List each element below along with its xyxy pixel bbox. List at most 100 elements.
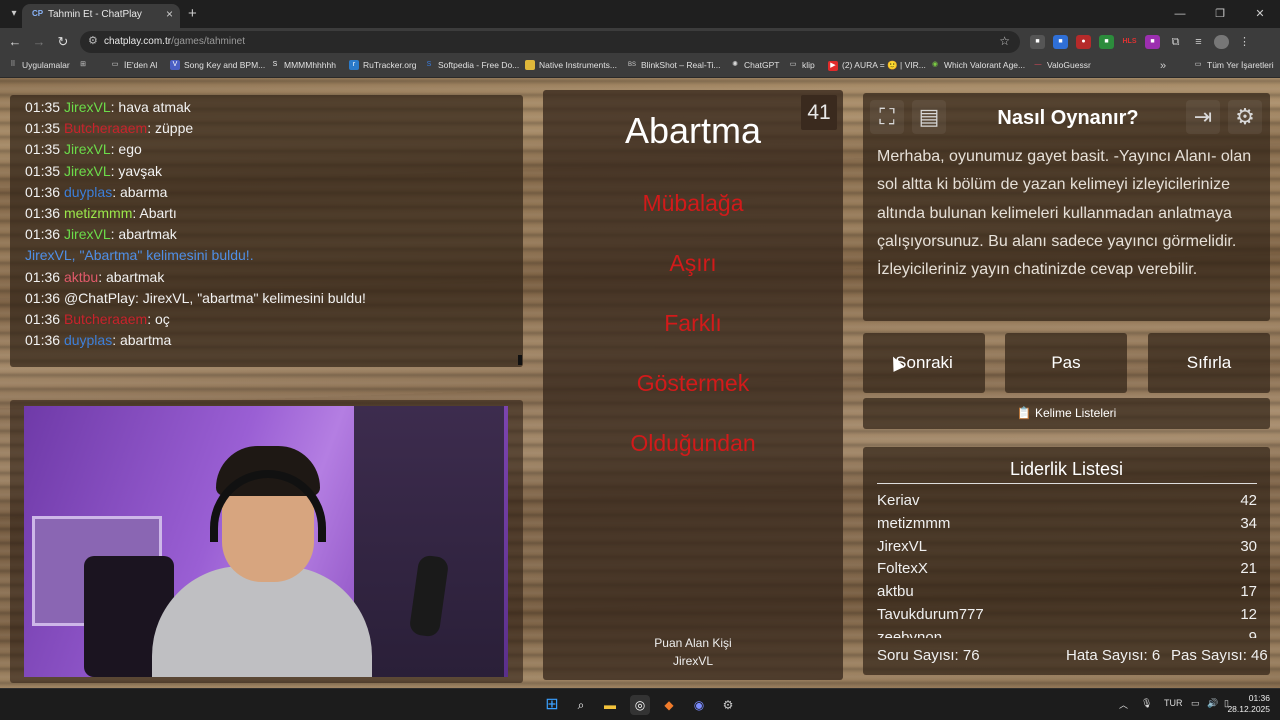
chat-username[interactable]: JirexVL, "Abartma" kelimesini buldu!. — [25, 247, 254, 263]
streamer-area — [10, 400, 523, 683]
chat-username[interactable]: aktbu — [64, 269, 98, 285]
bookmark-ie-import[interactable]: ▭ İE'den Al — [110, 60, 158, 70]
restore-icon[interactable]: ❐ — [1200, 0, 1240, 28]
leaderboard-list: Keriav 42 metizmmm 34 JirexVL 30 FoltexX 21 aktb… — [877, 490, 1257, 638]
windows-taskbar: ⊞ ⌕ ▬ ◎ ◆ ◉ ⚙ ︿ 🎙 TUR ▭ 🔊 ▯ 01:36 28.12.… — [0, 688, 1280, 720]
bookmark-apps[interactable]: ⠿ Uygulamalar — [8, 60, 69, 70]
reset-button[interactable]: Sıfırla — [1148, 333, 1270, 393]
bookmark-label: RuTracker.org — [363, 60, 417, 70]
apps-grid-icon: ⠿ — [10, 61, 16, 68]
bookmark-mmmm[interactable]: S MMMMhhhhh — [270, 60, 336, 70]
browser-toolbar: ← → ↻ ⚙ chatplay.com.tr/games/tahminet ☆… — [0, 28, 1280, 56]
leaderboard-row: aktbu 17 — [877, 581, 1257, 604]
chat-timestamp: 01:36 — [25, 289, 61, 306]
windows-start-icon[interactable]: ⊞ — [542, 695, 562, 715]
bookmark-star-icon[interactable]: ☆ — [999, 34, 1010, 48]
media-control-icon[interactable]: ≡ — [1191, 35, 1206, 49]
bookmark-grid[interactable]: ⊞ — [78, 60, 88, 70]
address-bar[interactable]: ⚙ chatplay.com.tr/games/tahminet ☆ — [80, 31, 1020, 53]
logout-icon[interactable]: ⇥ — [1186, 100, 1220, 134]
notes-icon[interactable]: ▤ — [912, 100, 946, 134]
back-arrow-icon[interactable]: ← — [6, 33, 24, 51]
scorer-name: JirexVL — [672, 654, 713, 668]
pass-button[interactable]: Pas — [1005, 333, 1127, 393]
bookmark-label: İE'den Al — [124, 60, 158, 70]
url-host: chatplay.com.tr — [104, 36, 172, 47]
network-icon[interactable]: ▭ — [1191, 698, 1200, 709]
new-tab-plus-icon[interactable]: + — [188, 5, 197, 22]
window-close-icon[interactable]: ✕ — [1240, 0, 1280, 28]
leaderboard-row: zeebynon 9 — [877, 627, 1257, 638]
chat-username[interactable]: @ChatPlay — [64, 290, 135, 306]
reload-icon[interactable]: ↻ — [54, 33, 72, 51]
bookmark-chatgpt[interactable]: ✺ ChatGPT — [730, 60, 779, 70]
chat-message: 01:35 JirexVL: ego — [25, 139, 523, 160]
chat-message: 01:36 aktbu: abartmak — [25, 267, 523, 288]
chat-message: JirexVL, "Abartma" kelimesini buldu!. — [25, 245, 523, 266]
extension-1-icon[interactable]: ■ — [1030, 35, 1045, 49]
microphone-icon[interactable]: 🎙 — [1141, 698, 1152, 709]
bookmark-valoguessr[interactable]: — ValoGuessr — [1033, 60, 1091, 70]
minimize-icon[interactable]: — — [1160, 0, 1200, 28]
chrome-icon[interactable]: ◎ — [630, 695, 650, 715]
chat-username[interactable]: JirexVL — [64, 163, 111, 179]
pass-count: Pas Sayısı: 46 — [1171, 647, 1268, 664]
bookmark-valorant-agent[interactable]: ◉ Which Valorant Age... — [930, 60, 1025, 70]
fullscreen-icon[interactable]: ⛶ — [870, 100, 904, 134]
bookmark-native-instruments[interactable]: Native Instruments... — [525, 60, 617, 70]
settings-gear-icon[interactable]: ⚙ — [1228, 100, 1262, 134]
leaderboard-name: zeebynon — [877, 628, 943, 638]
hls-extension-icon[interactable]: HLS — [1122, 35, 1137, 49]
tab-close-icon[interactable]: × — [166, 7, 173, 21]
chat-message: 01:35 JirexVL: yavşak — [25, 161, 523, 182]
chat-text: : ego — [110, 141, 142, 158]
chat-username[interactable]: JirexVL — [64, 99, 111, 115]
brave-icon[interactable]: ◆ — [659, 695, 679, 715]
next-button[interactable]: Sonraki — [863, 333, 985, 393]
webcam-person-hoodie — [152, 566, 372, 677]
word-lists-button[interactable]: 📋 Kelime Listeleri — [863, 398, 1270, 429]
leaderboard-name: FoltexX — [877, 560, 928, 578]
bookmark-all-bookmarks[interactable]: ▭ Tüm Yer İşaretleri — [1193, 60, 1274, 70]
browser-tab-active[interactable]: CP Tahmin Et - ChatPlay × — [22, 4, 180, 28]
window-controls: — ❐ ✕ — [1160, 0, 1280, 28]
chat-username[interactable]: JirexVL — [64, 141, 111, 157]
chat-username[interactable]: Butcheraaem — [64, 311, 147, 327]
input-language[interactable]: TUR — [1164, 698, 1183, 708]
chat-scrollbar[interactable] — [518, 355, 522, 365]
file-explorer-icon[interactable]: ▬ — [600, 695, 620, 715]
extension-2-icon[interactable]: ■ — [1053, 35, 1068, 49]
chat-username[interactable]: duyplas — [64, 332, 112, 348]
extensions-puzzle-icon[interactable]: ⧉ — [1168, 35, 1183, 49]
leaderboard-score: 9 — [1248, 628, 1257, 638]
extension-4-icon[interactable]: ■ — [1099, 35, 1114, 49]
bookmark-song-key[interactable]: V Song Key and BPM... — [170, 60, 265, 70]
profile-avatar[interactable] — [1214, 35, 1229, 49]
site-info-icon[interactable]: ⚙ — [88, 34, 98, 47]
leaderboard-title: Liderlik Listesi — [1009, 459, 1124, 479]
chat-username[interactable]: duyplas — [64, 184, 112, 200]
tray-chevron-icon[interactable]: ︿ — [1119, 698, 1128, 711]
bookmarks-overflow-icon[interactable]: » — [1160, 60, 1166, 72]
system-clock[interactable]: 01:36 28.12.2025 — [1210, 693, 1270, 715]
extension-3-icon[interactable]: ● — [1076, 35, 1091, 49]
extension-6-icon[interactable]: ■ — [1145, 35, 1160, 49]
forward-arrow-icon[interactable]: → — [30, 33, 48, 51]
chat-username[interactable]: JirexVL — [64, 226, 111, 242]
chat-username[interactable]: metizmmm — [64, 205, 132, 221]
bookmark-rutracker[interactable]: r RuTracker.org — [349, 60, 417, 70]
tab-search-chevron-icon[interactable]: ▾ — [6, 6, 22, 22]
chat-text: : züppe — [147, 120, 194, 137]
browser-menu-icon[interactable]: ⋮ — [1237, 35, 1252, 49]
settings-app-icon[interactable]: ⚙ — [718, 695, 738, 715]
bookmark-blinkshot[interactable]: BS BlinkShot – Real-Ti... — [627, 60, 721, 70]
bookmark-youtube[interactable]: ▶ (2) AURA = 🙂 | VIR... — [828, 60, 926, 71]
bookmark-klip[interactable]: ▭ klip — [788, 60, 815, 70]
search-icon[interactable]: ⌕ — [571, 695, 591, 715]
bookmark-label: Which Valorant Age... — [944, 60, 1026, 70]
discord-icon[interactable]: ◉ — [689, 695, 709, 715]
browser-tab-strip: ▾ CP Tahmin Et - ChatPlay × + — ❐ ✕ — [0, 0, 1280, 28]
chat-username[interactable]: Butcheraaem — [64, 120, 147, 136]
url-path: /games/tahminet — [171, 36, 245, 47]
bookmark-softpedia[interactable]: S Softpedia - Free Do... — [424, 60, 520, 70]
